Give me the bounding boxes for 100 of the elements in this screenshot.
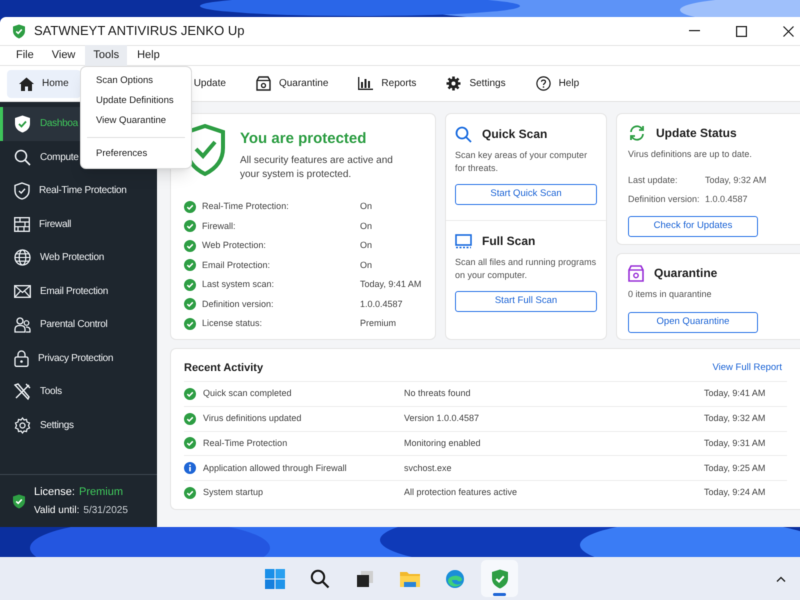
- chevron-up-icon[interactable]: [776, 576, 786, 582]
- menu-item[interactable]: Preferences: [81, 144, 191, 164]
- settings-icon: [446, 76, 462, 91]
- activity-detail: No threats found: [404, 387, 472, 400]
- browser-icon: [444, 568, 464, 588]
- box-icon: [628, 264, 644, 282]
- check-circle-icon: [184, 240, 196, 252]
- sidebar-item[interactable]: Real-Time Protection: [0, 174, 157, 208]
- status-heading: You are protected: [240, 129, 368, 149]
- check-circle-icon: [184, 298, 196, 310]
- check-circle-icon: [184, 220, 196, 232]
- status-value: Today, 9:41 AM: [360, 278, 422, 291]
- card-description: Scan key areas of your computer for threats.: [455, 149, 588, 175]
- search-icon: [455, 126, 472, 142]
- card-title: Quick Scan: [482, 126, 548, 143]
- info-value: Today, 9:32 AM: [705, 174, 766, 187]
- bar-chart-icon: [358, 77, 374, 90]
- activity-detail: Version 1.0.0.4587: [404, 412, 480, 425]
- padlock-icon: [14, 350, 29, 367]
- sidebar-item[interactable]: Privacy Protection: [0, 342, 157, 375]
- check-circle-icon: [184, 412, 196, 425]
- brick-wall-icon: [14, 216, 30, 232]
- sidebar-item[interactable]: Parental Control: [0, 308, 157, 342]
- check-circle-icon: [184, 318, 196, 330]
- sidebar-item[interactable]: Email Protection: [0, 274, 157, 308]
- shield-check-icon: [14, 114, 31, 133]
- globe-icon: [14, 249, 31, 266]
- activity-time: Today, 9:31 AM: [704, 436, 766, 450]
- check-circle-icon: [184, 200, 196, 213]
- status-label: Firewall:: [202, 220, 237, 232]
- valid-until-label: Valid until:: [34, 504, 80, 518]
- toolbar-button[interactable]: Settings: [434, 70, 518, 98]
- check-circle-icon: [184, 388, 196, 400]
- start-quick-scan-button[interactable]: Start Quick Scan: [455, 184, 597, 205]
- start-full-scan-button[interactable]: Start Full Scan: [455, 291, 597, 312]
- status-description: All security features are active and your system is protected.: [240, 154, 394, 182]
- shield-check-icon: [12, 494, 26, 508]
- status-label: Email Protection:: [202, 258, 272, 272]
- card-description: Virus definitions are up to date.: [628, 148, 753, 161]
- activity-event: Application allowed through Firewall: [203, 462, 348, 475]
- status-value: Premium: [360, 317, 396, 330]
- open-quarantine-button[interactable]: Open Quarantine: [628, 312, 758, 332]
- section-title: Recent Activity: [184, 360, 264, 376]
- check-circle-icon: [184, 437, 196, 450]
- activity-detail: Monitoring enabled: [404, 436, 482, 450]
- status-label: Real-Time Protection:: [202, 200, 290, 213]
- sidebar-item[interactable]: Web Protection: [0, 241, 157, 274]
- sidebar-item[interactable]: Settings: [0, 408, 157, 442]
- info-icon: [184, 462, 196, 474]
- toolbar-button[interactable]: Quarantine: [244, 70, 340, 98]
- check-for-updates-button[interactable]: Check for Updates: [628, 216, 758, 236]
- status-value: On: [360, 220, 372, 232]
- menu-item[interactable]: Tools: [85, 45, 128, 66]
- window-title: SATWNEYT ANTIVIRUS JENKO Up: [34, 22, 244, 40]
- activity-event: System startup: [203, 486, 264, 500]
- activity-detail: All protection features active: [404, 486, 518, 500]
- close-icon[interactable]: [783, 26, 794, 36]
- sidebar-item[interactable]: Tools: [0, 375, 157, 408]
- menu-item[interactable]: Scan Options: [81, 71, 191, 91]
- check-circle-icon: [184, 259, 196, 272]
- shield-check-icon: [14, 182, 30, 200]
- status-value: On: [360, 200, 372, 213]
- toolbar-button[interactable]: Help: [524, 70, 592, 98]
- info-label: Last update:: [628, 174, 679, 187]
- status-value: 1.0.0.4587: [360, 298, 403, 310]
- menu-item[interactable]: Help: [129, 45, 168, 66]
- box-icon: [256, 76, 271, 91]
- menu-item[interactable]: View: [44, 45, 84, 66]
- card-title: Update Status: [656, 125, 737, 142]
- status-label: Definition version:: [202, 298, 275, 310]
- tools-icon: [14, 383, 31, 400]
- activity-time: Today, 9:41 AM: [704, 387, 766, 400]
- activity-event: Quick scan completed: [203, 387, 293, 400]
- activity-event: Virus definitions updated: [203, 412, 302, 425]
- card-description: 0 items in quarantine: [628, 288, 713, 301]
- valid-until-date: 5/31/2025: [83, 504, 128, 518]
- activity-time: Today, 9:24 AM: [704, 486, 766, 500]
- status-label: Last system scan:: [202, 278, 276, 291]
- view-full-report-link[interactable]: View Full Report: [712, 360, 782, 376]
- activity-detail: svchost.exe: [404, 462, 453, 475]
- menu-item[interactable]: File: [8, 45, 42, 66]
- card-title: Full Scan: [482, 233, 536, 250]
- shield-check-icon: [490, 568, 508, 588]
- card-description: Scan all files and running programs on your computer.: [455, 256, 597, 282]
- sidebar-item[interactable]: Firewall: [0, 208, 157, 241]
- help-icon: [536, 76, 551, 91]
- status-value: On: [360, 239, 372, 252]
- settings-icon: [14, 416, 31, 434]
- home-icon: [19, 76, 34, 90]
- windows-logo-icon: [264, 568, 284, 588]
- activity-time: Today, 9:25 AM: [704, 462, 766, 475]
- toolbar-button[interactable]: Reports: [346, 70, 428, 98]
- info-label: Definition version:: [628, 193, 701, 206]
- activity-event: Real-Time Protection: [203, 436, 288, 450]
- people-icon: [14, 316, 31, 333]
- license-value: Premium: [78, 484, 123, 500]
- maximize-icon[interactable]: [736, 26, 747, 36]
- minimize-icon[interactable]: [689, 30, 700, 32]
- refresh-icon: [628, 124, 646, 142]
- toolbar-button[interactable]: Home: [7, 70, 81, 98]
